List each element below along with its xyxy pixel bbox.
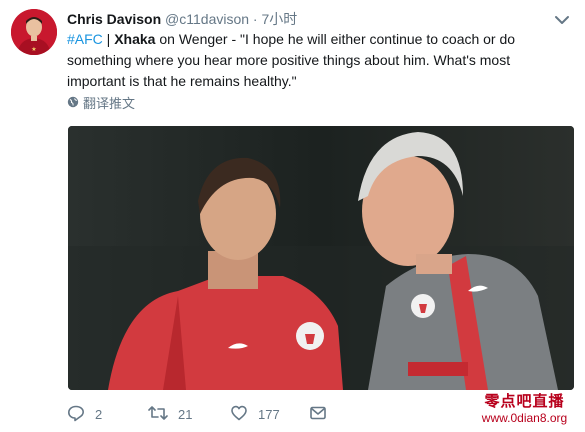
retweet-count: 21 <box>178 406 193 422</box>
bold-name: Xhaka <box>114 31 156 47</box>
message-icon <box>309 404 327 425</box>
text-pipe: | <box>102 31 115 47</box>
retweet-icon <box>148 404 168 425</box>
like-icon <box>230 404 248 425</box>
tweet-photo[interactable] <box>68 126 574 390</box>
watermark: 零点吧直播 www.0dian8.org <box>467 392 582 430</box>
tweet-actions: 2 21 177 <box>67 402 367 426</box>
tweet-header: Chris Davison @c11davison · 7小时 <box>67 9 545 29</box>
translate-label: 翻译推文 <box>83 96 136 111</box>
retweet-button[interactable]: 21 <box>148 402 192 426</box>
direct-message-button[interactable] <box>309 402 327 426</box>
tweet-text: #AFC | Xhaka on Wenger - "I hope he will… <box>67 29 567 92</box>
header-separator: · <box>252 11 258 27</box>
watermark-title: 零点吧直播 <box>484 392 565 410</box>
hashtag-link[interactable]: #AFC <box>67 31 103 47</box>
like-button[interactable]: 177 <box>230 402 280 426</box>
reply-count: 2 <box>95 406 103 422</box>
reply-button[interactable]: 2 <box>67 402 102 426</box>
author-name[interactable]: Chris Davison <box>67 11 161 27</box>
tweet-timestamp[interactable]: 7小时 <box>261 11 297 27</box>
translate-tweet-link[interactable]: 翻译推文 <box>67 95 135 113</box>
svg-text:★: ★ <box>31 46 36 53</box>
author-handle[interactable]: @c11davison <box>165 11 249 27</box>
reply-icon <box>67 404 85 425</box>
watermark-url: www.0dian8.org <box>481 411 568 425</box>
like-count: 177 <box>258 406 280 422</box>
avatar[interactable]: ★ <box>11 9 57 55</box>
globe-icon <box>67 95 79 113</box>
chevron-down-icon[interactable] <box>554 13 570 25</box>
